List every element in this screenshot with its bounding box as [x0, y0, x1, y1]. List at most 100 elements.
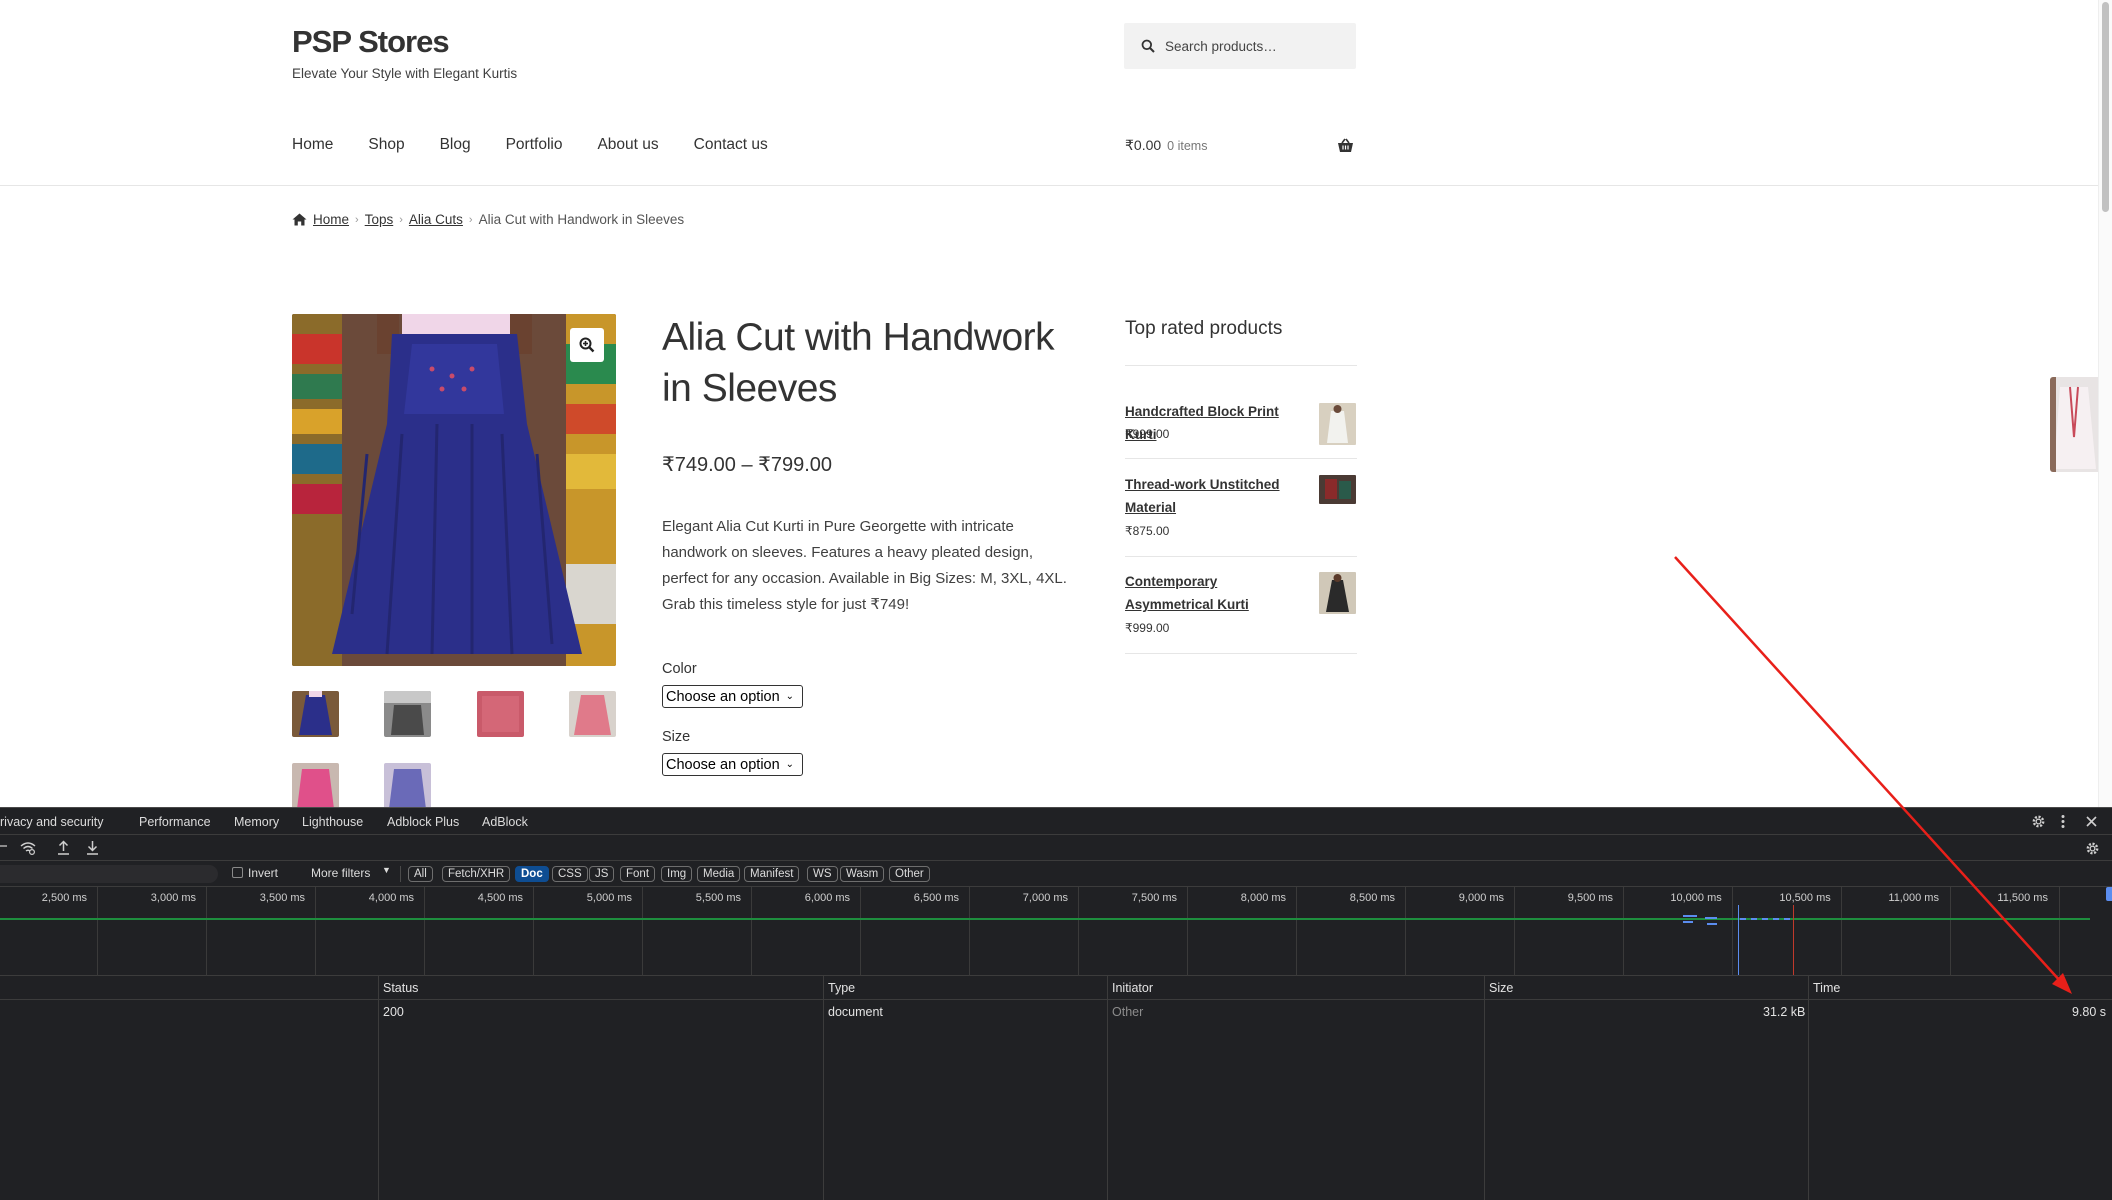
basket-icon [1338, 138, 1353, 152]
filter-chip-all[interactable]: All [408, 866, 433, 882]
nav-item-portfolio[interactable]: Portfolio [506, 136, 563, 154]
timeline-tick-label: 8,500 ms [1349, 892, 1396, 904]
timeline-tick-label: 10,500 ms [1779, 892, 1831, 904]
filter-chip-wasm[interactable]: Wasm [840, 866, 885, 882]
widget-divider [1125, 653, 1357, 654]
more-filters-caret-icon: ▼ [382, 865, 391, 875]
site-tagline: Elevate Your Style with Elegant Kurtis [292, 66, 518, 81]
product-thumbnail[interactable] [477, 691, 524, 737]
tab-adblock[interactable]: AdBlock [482, 815, 528, 829]
filter-chip-doc[interactable]: Doc [515, 866, 549, 882]
scrollbar-thumb[interactable] [2102, 2, 2109, 212]
main-nav: Home Shop Blog Portfolio About us Contac… [292, 136, 803, 154]
gear-icon[interactable] [2031, 814, 2046, 829]
timeline-tick-label: 3,000 ms [150, 892, 197, 904]
filter-chip-fetch-xhr[interactable]: Fetch/XHR [442, 866, 511, 882]
product-main-image[interactable] [292, 314, 616, 666]
timeline-tick-label: 6,500 ms [913, 892, 960, 904]
cart-count: 0 items [1167, 138, 1208, 153]
nav-item-blog[interactable]: Blog [440, 136, 471, 154]
nav-item-home[interactable]: Home [292, 136, 333, 154]
filter-chip-img[interactable]: Img [661, 866, 693, 882]
column-divider[interactable] [1484, 976, 1485, 1200]
timeline-tick-label: 9,500 ms [1567, 892, 1614, 904]
page-scrollbar[interactable] [2098, 0, 2112, 807]
timeline-gridline [315, 887, 316, 976]
more-filters-button[interactable]: More filters [311, 866, 370, 880]
top-rated-item-name[interactable]: Contemporary Asymmetrical Kurti [1125, 570, 1305, 616]
filter-chip-other[interactable]: Other [889, 866, 930, 882]
invert-checkbox[interactable] [232, 867, 243, 878]
product-title: Alia Cut with Handwork in Sleeves [662, 316, 1055, 410]
product-thumbnail[interactable] [384, 763, 431, 807]
breadcrumb-tops[interactable]: Tops [365, 212, 394, 227]
top-rated-item-name[interactable]: Thread-work Unstitched Material [1125, 473, 1305, 519]
filter-input[interactable] [0, 865, 218, 883]
header-divider [0, 185, 2112, 186]
timeline-gridline [97, 887, 98, 976]
color-select[interactable]: Choose an option ⌄ [662, 685, 803, 708]
floating-product-thumbnail[interactable] [2050, 377, 2098, 472]
nav-item-contact[interactable]: Contact us [694, 136, 768, 154]
breadcrumb: Home › Tops › Alia Cuts › Alia Cut with … [292, 212, 684, 227]
tab-privacy-security[interactable]: rivacy and security [0, 815, 104, 829]
search-input[interactable]: Search products… [1124, 23, 1356, 69]
column-time[interactable]: Time [1813, 981, 1840, 995]
timeline-range-handle[interactable] [2106, 887, 2112, 901]
top-rated-item-image[interactable] [1319, 572, 1356, 614]
timeline-tick-label: 10,000 ms [1670, 892, 1722, 904]
filter-chip-media[interactable]: Media [697, 866, 741, 882]
network-timeline-overview[interactable]: 2,500 ms 3,000 ms 3,500 ms 4,000 ms 4,500 ms… [0, 887, 2112, 976]
column-type[interactable]: Type [828, 981, 855, 995]
close-icon[interactable] [2086, 816, 2097, 827]
tab-memory[interactable]: Memory [234, 815, 279, 829]
top-rated-item-image[interactable] [1319, 475, 1356, 504]
zoom-button[interactable] [570, 328, 604, 362]
timeline-load-marker [1793, 905, 1794, 975]
network-settings-gear-icon[interactable] [2085, 841, 2100, 856]
column-divider[interactable] [1808, 976, 1809, 1200]
timeline-gridline [1623, 887, 1624, 976]
site-title[interactable]: PSP Stores [292, 24, 450, 60]
timeline-tick-label: 2,500 ms [41, 892, 88, 904]
column-size[interactable]: Size [1489, 981, 1513, 995]
more-vertical-icon[interactable] [2060, 814, 2066, 829]
column-status[interactable]: Status [383, 981, 418, 995]
timeline-tick-label: 8,000 ms [1240, 892, 1287, 904]
top-rated-item-image[interactable] [1319, 403, 1356, 445]
devtools-tab-bar: rivacy and security Performance Memory L… [0, 807, 2112, 835]
size-select[interactable]: Choose an option ⌄ [662, 753, 803, 776]
column-divider[interactable] [378, 976, 379, 1200]
tab-adblock-plus[interactable]: Adblock Plus [387, 815, 459, 829]
tab-lighthouse[interactable]: Lighthouse [302, 815, 363, 829]
timeline-request-bar [1705, 917, 1717, 919]
filter-chip-ws[interactable]: WS [807, 866, 838, 882]
timeline-tick-label: 3,500 ms [259, 892, 306, 904]
breadcrumb-alia-cuts[interactable]: Alia Cuts [409, 212, 463, 227]
product-price: ₹749.00 – ₹799.00 [662, 454, 833, 476]
filter-chip-manifest[interactable]: Manifest [744, 866, 800, 882]
product-thumbnail[interactable] [569, 691, 616, 737]
download-icon[interactable] [86, 840, 99, 855]
chevron-down-icon: ⌄ [785, 691, 795, 702]
network-conditions-icon[interactable] [20, 841, 36, 855]
product-thumbnail[interactable] [292, 763, 339, 807]
column-initiator[interactable]: Initiator [1112, 981, 1153, 995]
product-thumbnail[interactable] [292, 691, 339, 737]
tab-performance[interactable]: Performance [139, 815, 211, 829]
column-divider[interactable] [1107, 976, 1108, 1200]
network-filter-bar: Invert More filters ▼ All Fetch/XHR Doc … [0, 861, 2112, 887]
breadcrumb-home[interactable]: Home [313, 212, 349, 227]
filter-chip-css[interactable]: CSS [552, 866, 588, 882]
product-thumbnail[interactable] [384, 691, 431, 737]
column-divider[interactable] [823, 976, 824, 1200]
nav-item-about[interactable]: About us [597, 136, 658, 154]
filter-chip-js[interactable]: JS [589, 866, 615, 882]
cell-time: 9.80 s [2072, 1005, 2107, 1019]
filter-chip-font[interactable]: Font [620, 866, 656, 882]
dropdown-arrow-icon[interactable] [0, 845, 8, 851]
timeline-tick-label: 5,000 ms [586, 892, 633, 904]
nav-item-shop[interactable]: Shop [368, 136, 404, 154]
header-cart[interactable]: ₹0.00 0 items [1125, 137, 1353, 154]
upload-icon[interactable] [57, 840, 70, 855]
